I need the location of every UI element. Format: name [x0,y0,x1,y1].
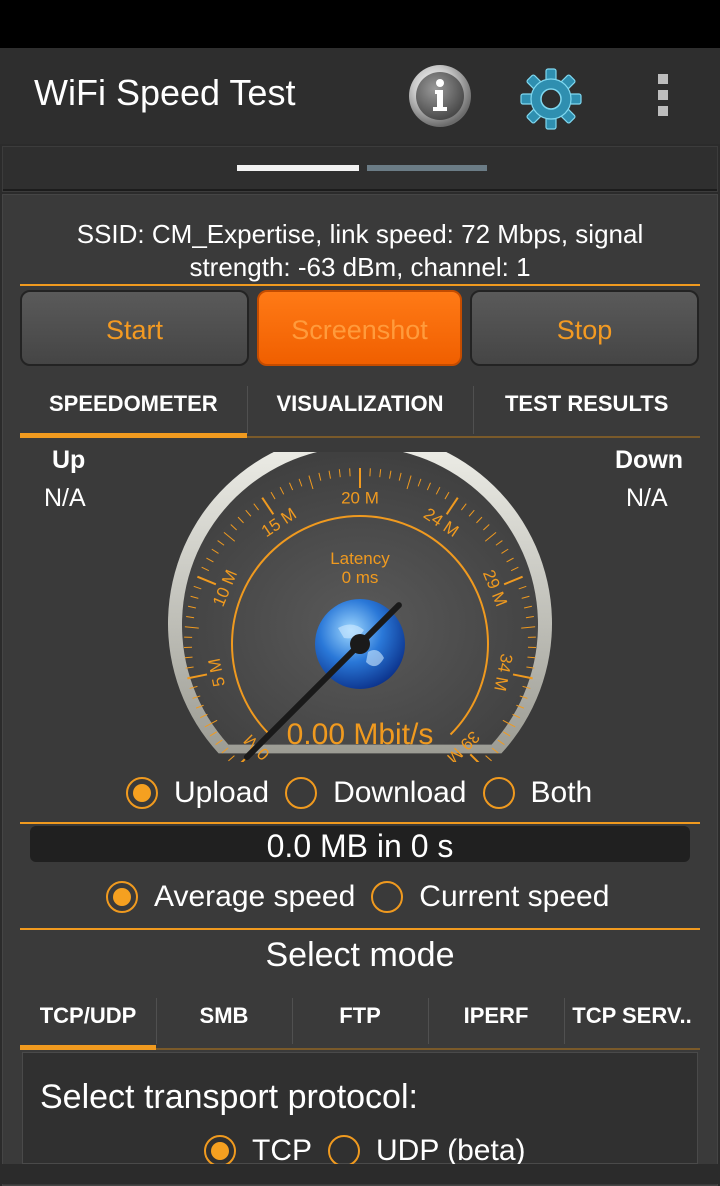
page-indicator [2,146,718,192]
latency-value: 0 ms [342,568,379,587]
up-value: N/A [44,484,86,513]
average-speed-label[interactable]: Average speed [154,880,355,914]
divider [20,928,700,930]
gauge-tick-label: 20 M [341,488,379,507]
gauge-tick [470,754,484,762]
select-mode-title: Select mode [0,936,720,975]
tab-test-results[interactable]: TEST RESULTS [473,378,700,438]
tab-tcp-server[interactable]: TCP SERV.. [564,990,700,1050]
current-speed-label[interactable]: Current speed [419,880,609,914]
mode-tabs: TCP/UDP SMB FTP IPERF TCP SERV.. [20,990,700,1050]
page-indicator-active[interactable] [237,165,359,171]
stop-button[interactable]: Stop [470,290,699,366]
view-tabs: SPEEDOMETER VISUALIZATION TEST RESULTS [20,378,700,438]
screenshot-button[interactable]: Screenshot [257,290,462,366]
tcp-label[interactable]: TCP [252,1134,312,1168]
gear-icon [518,66,584,132]
speed-mode-radio-group: Average speed Current speed [106,880,625,914]
tab-tcp-udp[interactable]: TCP/UDP [20,990,156,1050]
udp-label[interactable]: UDP (beta) [376,1134,526,1168]
both-radio[interactable] [483,777,515,809]
current-speed-radio[interactable] [371,881,403,913]
down-label: Down [615,446,683,475]
speedometer-gauge: 0 M5 M10 M15 M20 M24 M29 M34 M39 M Laten… [168,452,552,762]
average-speed-radio[interactable] [106,881,138,913]
gauge-tick [185,657,193,658]
settings-button[interactable] [518,66,584,132]
transport-protocol-label: Select transport protocol: [40,1078,418,1117]
tab-visualization[interactable]: VISUALIZATION [247,378,474,438]
direction-radio-group: Upload Download Both [126,776,608,810]
ssid-info: SSID: CM_Expertise, link speed: 72 Mbps,… [30,218,690,284]
udp-radio[interactable] [328,1135,360,1167]
up-label: Up [52,446,85,475]
app-title: WiFi Speed Test [34,72,295,114]
upload-radio[interactable] [126,777,158,809]
app-bar: WiFi Speed Test [0,48,720,144]
status-bar [0,0,720,48]
gauge-tick [228,756,234,761]
divider [20,284,700,286]
download-label[interactable]: Download [333,776,466,810]
speed-readout: 0.00 Mbit/s [287,718,434,751]
tab-speedometer[interactable]: SPEEDOMETER [20,378,247,438]
info-button[interactable] [408,64,472,128]
info-icon [408,64,472,128]
latency-label: Latency [330,549,390,568]
transport-radio-group: TCP UDP (beta) [204,1134,542,1168]
divider [20,822,700,824]
upload-label[interactable]: Upload [174,776,269,810]
tab-iperf[interactable]: IPERF [428,990,564,1050]
gauge-tick [527,657,535,658]
bottom-edge [0,1164,720,1184]
tab-ftp[interactable]: FTP [292,990,428,1050]
gauge-tick [486,756,492,761]
page-indicator-inactive[interactable] [367,165,487,171]
tab-smb[interactable]: SMB [156,990,292,1050]
tcp-radio[interactable] [204,1135,236,1167]
down-value: N/A [626,484,668,513]
start-button[interactable]: Start [20,290,249,366]
transfer-summary: 0.0 MB in 0 s [30,828,690,865]
more-vert-icon [648,74,678,116]
both-label[interactable]: Both [531,776,593,810]
download-radio[interactable] [285,777,317,809]
overflow-menu-button[interactable] [648,72,678,120]
